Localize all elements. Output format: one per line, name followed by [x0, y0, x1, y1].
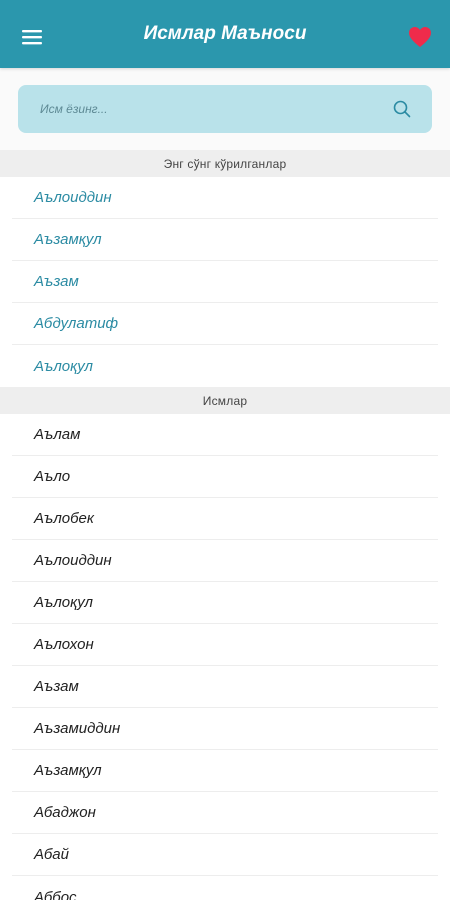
recent-list-item[interactable]: Абдулатиф: [12, 303, 438, 345]
favorites-button[interactable]: [400, 17, 440, 57]
recent-list-item[interactable]: Аълоқул: [12, 345, 438, 387]
search-input[interactable]: [38, 101, 392, 117]
name-list-item[interactable]: Аълам: [12, 414, 438, 456]
search-container: [0, 68, 450, 150]
recent-list-item[interactable]: Аъзам: [12, 261, 438, 303]
search-box[interactable]: [18, 85, 432, 133]
name-list-item[interactable]: Абай: [12, 834, 438, 876]
name-list-item[interactable]: Абаджон: [12, 792, 438, 834]
recent-list-item[interactable]: Аъзамқул: [12, 219, 438, 261]
name-list-item[interactable]: Аъзамиддин: [12, 708, 438, 750]
names-list: Аълам Аъло Аълобек Аълоиддин Аълоқул Аъл…: [0, 414, 450, 900]
name-list-item[interactable]: Аълоиддин: [12, 540, 438, 582]
name-list-item[interactable]: Аъзам: [12, 666, 438, 708]
search-icon[interactable]: [392, 99, 412, 119]
recent-section-header: Энг сўнг кўрилганлар: [0, 150, 450, 177]
name-list-item[interactable]: Аъзамқул: [12, 750, 438, 792]
menu-button[interactable]: [12, 17, 52, 57]
heart-icon: [409, 27, 431, 47]
name-list-item[interactable]: Аълоқул: [12, 582, 438, 624]
app-bar: Исмлар Маъноси: [0, 0, 450, 68]
page-title: Исмлар Маъноси: [143, 23, 307, 44]
name-list-item[interactable]: Аълохон: [12, 624, 438, 666]
app-screen: Исмлар Маъноси Энг сўнг кўрилганлар Аъло…: [0, 0, 450, 900]
name-list-item[interactable]: Аббос: [12, 876, 438, 900]
names-section-header: Исмлар: [0, 387, 450, 414]
recent-list: Аълоиддин Аъзамқул Аъзам Абдулатиф Аълоқ…: [0, 177, 450, 387]
menu-icon: [22, 30, 42, 45]
name-list-item[interactable]: Аъло: [12, 456, 438, 498]
recent-list-item[interactable]: Аълоиддин: [12, 177, 438, 219]
name-list-item[interactable]: Аълобек: [12, 498, 438, 540]
